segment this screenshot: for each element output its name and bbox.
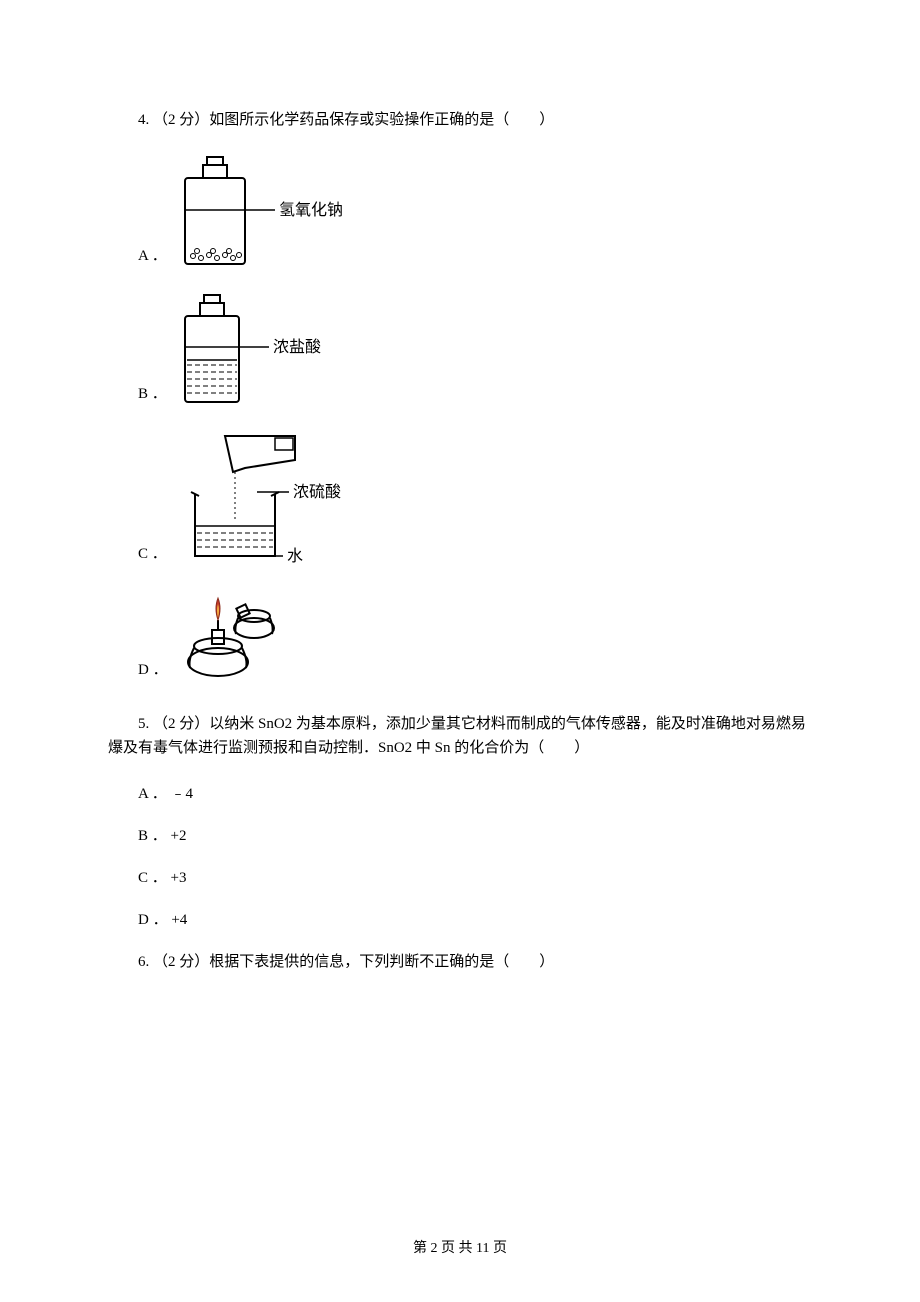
q4-option-d: D ． xyxy=(108,588,812,684)
q4-option-a-label: A ． xyxy=(108,244,167,270)
q4-b-label-text: 浓盐酸 xyxy=(273,338,321,356)
q5-option-a: A ． ﹣4 xyxy=(108,782,812,806)
q4-option-c-diagram: 浓硫酸 水 xyxy=(175,428,375,568)
q4-a-label-text: 氢氧化钠 xyxy=(279,201,343,219)
q5-line2: 爆及有毒气体进行监测预报和自动控制．SnO2 中 Sn 的化合价为（ ） xyxy=(108,736,812,760)
q5-text: 5. （2 分）以纳米 SnO2 为基本原料，添加少量其它材料而制成的气体传感器… xyxy=(108,712,812,760)
q5-option-b: B ． +2 xyxy=(108,824,812,848)
q4-option-a: A ． 氢氧化钠 xyxy=(108,152,812,270)
q4-option-a-diagram: 氢氧化钠 xyxy=(175,152,355,270)
q4-option-c-label: C ． xyxy=(108,542,167,568)
q4-option-d-label: D ． xyxy=(108,658,168,684)
q4-option-b-label: B ． xyxy=(108,382,167,408)
q5-line1: 5. （2 分）以纳米 SnO2 为基本原料，添加少量其它材料而制成的气体传感器… xyxy=(108,712,812,736)
q4-c-label-bottom: 水 xyxy=(287,547,303,565)
page-footer: 第 2 页 共 11 页 xyxy=(0,1238,920,1260)
q4-option-c: C ． 浓硫酸 xyxy=(108,428,812,568)
q4-option-b: B ． 浓盐酸 xyxy=(108,290,812,408)
q4-option-d-diagram xyxy=(176,588,296,684)
q6-header: 6. （2 分）根据下表提供的信息，下列判断不正确的是（ ） xyxy=(108,950,812,974)
q5-option-c: C ． +3 xyxy=(108,866,812,890)
q4-option-b-diagram: 浓盐酸 xyxy=(175,290,345,408)
q4-header: 4. （2 分）如图所示化学药品保存或实验操作正确的是（ ） xyxy=(108,108,812,132)
q5-option-d: D ． +4 xyxy=(108,908,812,932)
q4-c-label-top: 浓硫酸 xyxy=(293,483,341,501)
